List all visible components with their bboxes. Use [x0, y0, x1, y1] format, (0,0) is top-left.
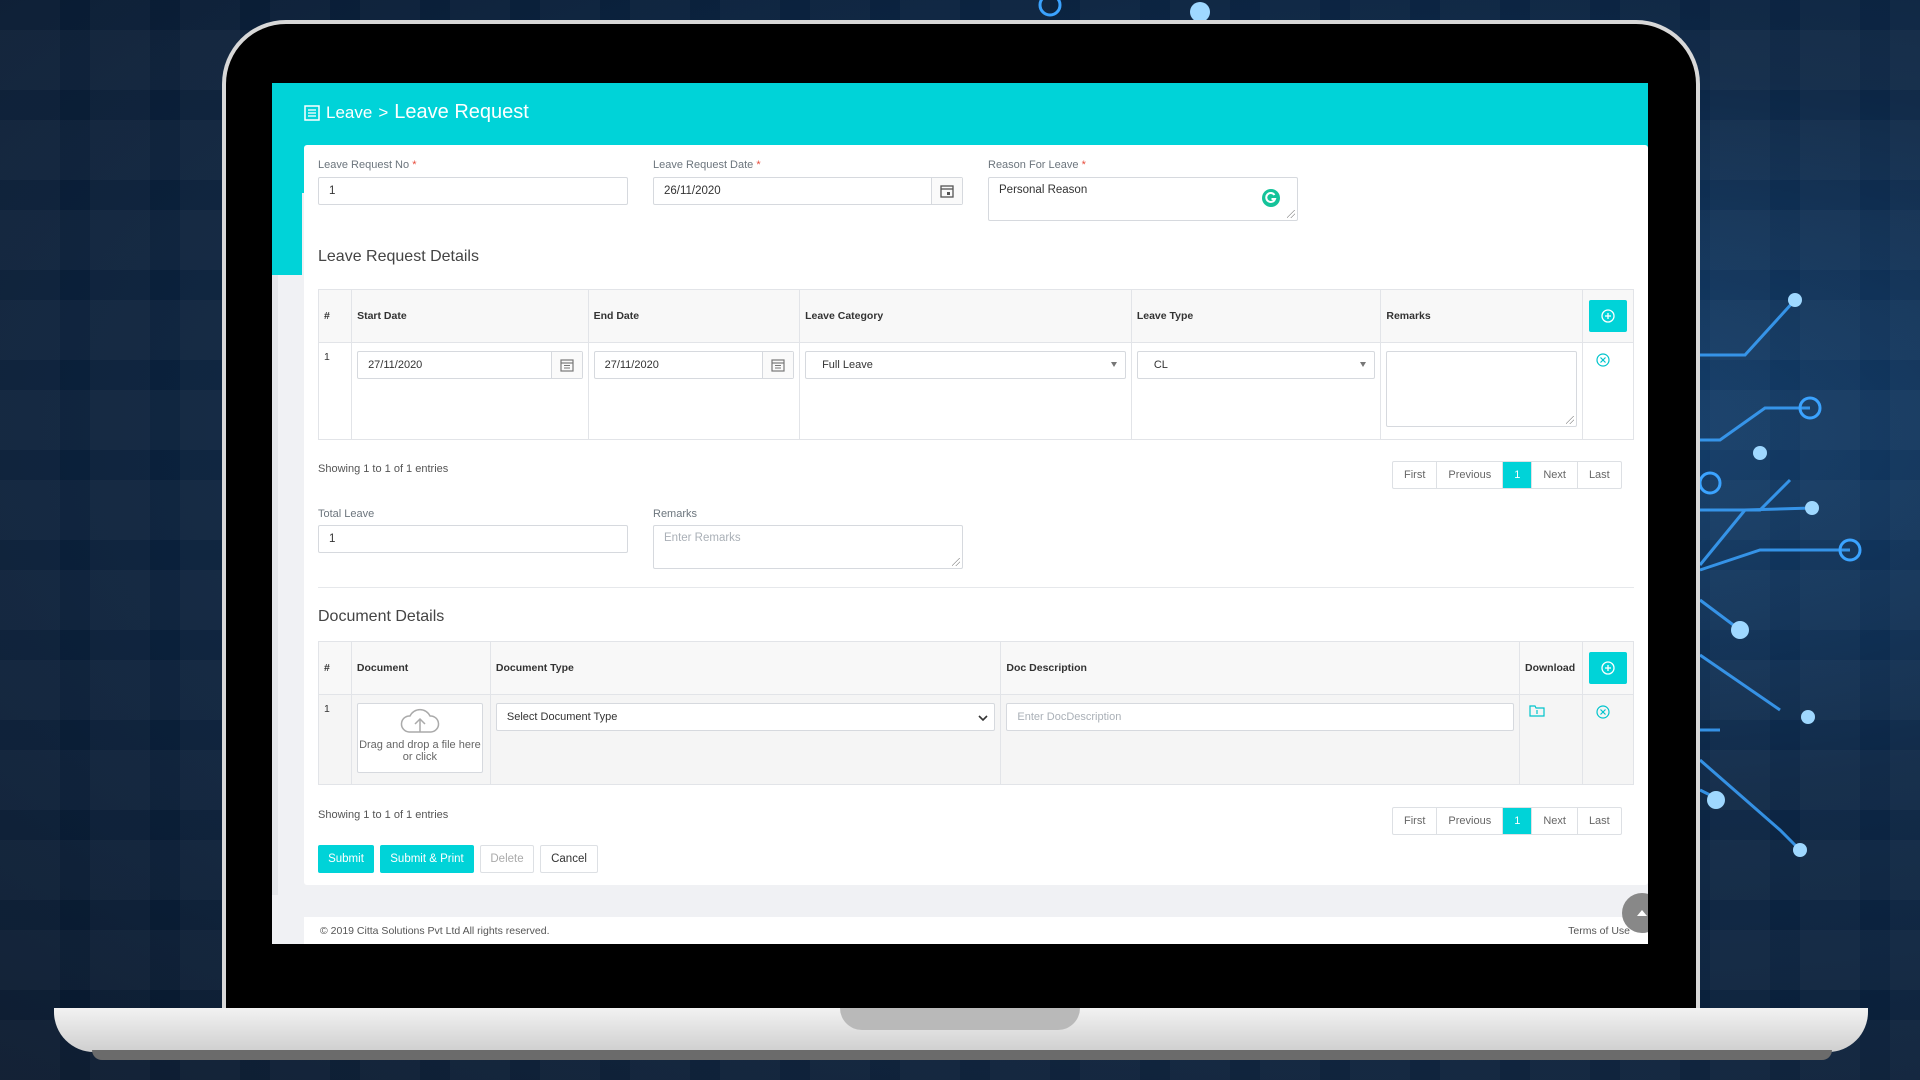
chevron-down-icon: [1360, 362, 1367, 367]
doc-description-input[interactable]: Enter DocDescription: [1006, 703, 1515, 731]
sidebar-rail: [272, 275, 278, 895]
pager-first[interactable]: First: [1393, 462, 1438, 488]
col-index: #: [318, 641, 352, 695]
app-screen: Leave > Leave Request Leave Request No *…: [272, 83, 1648, 944]
breadcrumb-separator: >: [378, 102, 389, 122]
calendar-icon: [940, 185, 954, 198]
remarks-textarea[interactable]: Enter Remarks: [653, 525, 963, 569]
document-type-select[interactable]: Select Document Type: [495, 703, 996, 731]
end-date-calendar-button[interactable]: [762, 352, 794, 378]
col-index: #: [317, 289, 353, 343]
document-details-title: Document Details: [318, 608, 445, 625]
submit-print-button[interactable]: Submit & Print: [380, 845, 474, 873]
delete-button[interactable]: Delete: [480, 845, 534, 873]
leave-details-table: # Start Date End Date Leave Category Lea…: [317, 289, 1635, 440]
laptop-base-shadow: [92, 1050, 1832, 1060]
add-leave-row-button[interactable]: [1588, 300, 1627, 332]
row-index: 1: [317, 342, 353, 440]
request-date-input[interactable]: 26/11/2020: [653, 177, 963, 205]
total-leave-label: Total Leave: [318, 508, 375, 520]
pager-next[interactable]: Next: [1532, 808, 1578, 834]
dropzone-text: Drag and drop a file here or click: [359, 739, 481, 763]
col-end-date: End Date: [587, 289, 801, 343]
pager-previous[interactable]: Previous: [1437, 462, 1504, 488]
calendar-icon: [559, 359, 574, 372]
resize-handle[interactable]: [1287, 210, 1295, 218]
col-remarks: Remarks: [1380, 289, 1583, 343]
table-row: 1 Drag and drop a file here or click Sel…: [318, 694, 1634, 785]
copyright-text: © 2019 Citta Solutions Pvt Ltd All right…: [320, 925, 550, 937]
remove-circle-icon[interactable]: [1596, 353, 1610, 367]
page-title-text: Leave Request: [394, 101, 529, 123]
leave-type-select[interactable]: CL: [1136, 351, 1376, 379]
calendar-icon: [771, 359, 785, 372]
start-date-calendar-button[interactable]: [550, 352, 582, 378]
footer: © 2019 Citta Solutions Pvt Ltd All right…: [304, 917, 1648, 944]
cancel-button[interactable]: Cancel: [540, 845, 598, 873]
request-date-label: Leave Request Date *: [653, 159, 761, 171]
document-details-table: # Document Document Type Doc Description…: [318, 641, 1634, 785]
cloud-upload-icon: [400, 708, 440, 733]
col-leave-type: Leave Type: [1130, 289, 1382, 343]
add-document-row-button[interactable]: [1589, 652, 1627, 684]
remarks-label: Remarks: [653, 508, 698, 520]
document-dropzone[interactable]: Drag and drop a file here or click: [356, 703, 483, 773]
start-date-input[interactable]: 27/11/2020: [357, 351, 583, 379]
sidebar-strip: [272, 193, 302, 275]
col-add: [1582, 641, 1634, 695]
add-circle-icon: [1601, 661, 1615, 675]
pager-last[interactable]: Last: [1578, 462, 1621, 488]
col-doc-description: Doc Description: [1000, 641, 1521, 695]
row-remarks-textarea[interactable]: [1386, 351, 1577, 427]
pager-current[interactable]: 1: [1503, 808, 1533, 834]
row-index: 1: [318, 694, 352, 785]
pager-current[interactable]: 1: [1503, 462, 1533, 488]
calendar-button[interactable]: [931, 178, 962, 204]
col-download: Download: [1519, 641, 1583, 695]
chevron-down-icon: [978, 715, 988, 722]
end-date-input[interactable]: 27/11/2020: [593, 351, 795, 379]
document-entries-info: Showing 1 to 1 of 1 entries: [318, 809, 449, 821]
resize-handle[interactable]: [1565, 416, 1574, 424]
reason-textarea[interactable]: Personal Reason: [988, 177, 1298, 221]
reason-label: Reason For Leave *: [988, 159, 1086, 171]
leave-entries-info: Showing 1 to 1 of 1 entries: [318, 463, 449, 475]
col-start-date: Start Date: [351, 289, 589, 343]
form-card: Leave Request No * 1 Leave Request Date …: [304, 145, 1648, 885]
col-document: Document: [350, 641, 491, 695]
resize-handle[interactable]: [952, 558, 960, 566]
total-leave-input[interactable]: 1: [318, 525, 628, 553]
page-title: Leave > Leave Request: [304, 101, 529, 124]
table-header-row: # Document Document Type Doc Description…: [318, 641, 1634, 695]
col-document-type: Document Type: [489, 641, 1002, 695]
col-add: [1581, 289, 1635, 343]
folder-download-icon[interactable]: [1529, 703, 1545, 717]
pager-last[interactable]: Last: [1578, 808, 1621, 834]
pager-previous[interactable]: Previous: [1437, 808, 1504, 834]
col-leave-category: Leave Category: [799, 289, 1132, 343]
pager-next[interactable]: Next: [1532, 462, 1578, 488]
pager-first[interactable]: First: [1393, 808, 1438, 834]
leave-details-title: Leave Request Details: [318, 248, 479, 265]
chevron-down-icon: [1110, 362, 1117, 367]
table-row: 1 27/11/2020 27/11/2020 Full Leave CL: [317, 342, 1635, 440]
leave-pagination: First Previous 1 Next Last: [1392, 461, 1622, 489]
terms-link[interactable]: Terms of Use: [1568, 925, 1630, 937]
submit-button[interactable]: Submit: [318, 845, 374, 873]
request-no-label: Leave Request No *: [318, 159, 417, 171]
remove-circle-icon[interactable]: [1596, 705, 1610, 719]
grammarly-icon[interactable]: [1261, 188, 1281, 208]
divider: [318, 587, 1634, 588]
request-no-input[interactable]: 1: [318, 177, 628, 205]
breadcrumb-parent[interactable]: Leave: [326, 103, 372, 123]
leave-category-select[interactable]: Full Leave: [805, 351, 1126, 379]
document-pagination: First Previous 1 Next Last: [1392, 807, 1622, 835]
table-header-row: # Start Date End Date Leave Category Lea…: [317, 289, 1635, 343]
add-circle-icon: [1601, 309, 1615, 323]
laptop-notch: [840, 1008, 1080, 1030]
arrow-up-icon: [1637, 910, 1647, 916]
form-icon: [304, 104, 320, 121]
